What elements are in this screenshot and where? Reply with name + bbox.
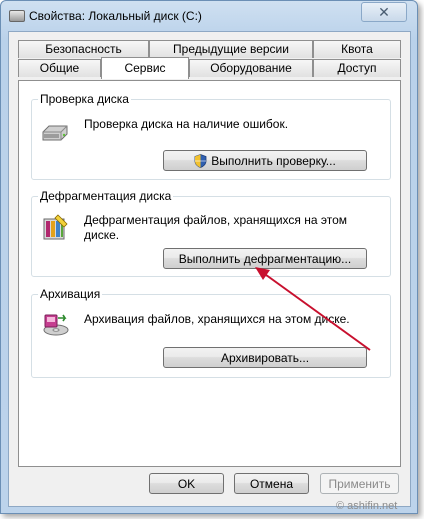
apply-button[interactable]: Применить <box>320 473 399 494</box>
tab-security[interactable]: Безопасность <box>18 40 149 58</box>
dialog-client-area: Безопасность Предыдущие версии Квота Общ… <box>8 31 411 507</box>
tab-general[interactable]: Общие <box>18 59 101 77</box>
tab-sharing[interactable]: Доступ <box>313 59 401 77</box>
ok-button[interactable]: OK <box>149 473 224 494</box>
defrag-icon <box>40 213 70 246</box>
tab-previous-versions[interactable]: Предыдущие версии <box>149 40 313 58</box>
defrag-group: Дефрагментация диска Дефрагментация файл… <box>31 189 391 277</box>
close-button[interactable]: ✕ <box>361 2 407 22</box>
tab-quota[interactable]: Квота <box>313 40 401 58</box>
backup-label: Архивировать... <box>220 350 310 365</box>
cancel-button[interactable]: Отмена <box>234 473 309 494</box>
backup-icon <box>40 310 70 343</box>
run-check-label: Выполнить проверку... <box>211 153 336 168</box>
properties-window: Свойства: Локальный диск (C:) ✕ Безопасн… <box>0 0 418 514</box>
window-title: Свойства: Локальный диск (C:) <box>29 9 202 23</box>
cancel-label: Отмена <box>249 476 294 491</box>
backup-description: Архивация файлов, хранящихся на этом дис… <box>84 312 350 326</box>
check-disk-group: Проверка диска Проверка диска на наличие… <box>31 92 391 180</box>
service-tab-panel: Проверка диска Проверка диска на наличие… <box>18 80 401 467</box>
run-defrag-label: Выполнить дефрагментацию... <box>178 251 352 266</box>
defrag-title: Дефрагментация диска <box>38 189 174 203</box>
uac-shield-icon <box>194 153 207 168</box>
ok-label: OK <box>177 476 196 491</box>
defrag-description: Дефрагментация файлов, хранящихся на это… <box>84 213 348 242</box>
backup-group: Архивация Архивация файлов, хранящихся н… <box>31 287 391 378</box>
tab-hardware[interactable]: Оборудование <box>189 59 313 77</box>
backup-button[interactable]: Архивировать... <box>163 347 367 368</box>
run-defrag-button[interactable]: Выполнить дефрагментацию... <box>163 248 367 269</box>
hard-drive-icon <box>40 122 70 149</box>
close-icon: ✕ <box>378 3 390 20</box>
run-check-button[interactable]: Выполнить проверку... <box>163 150 367 171</box>
drive-title-icon <box>9 10 25 22</box>
apply-label: Применить <box>328 476 391 491</box>
check-disk-title: Проверка диска <box>38 92 131 106</box>
title-bar[interactable]: Свойства: Локальный диск (C:) ✕ <box>1 1 417 31</box>
watermark: © ashifin.net <box>336 500 398 512</box>
backup-title: Архивация <box>38 287 103 301</box>
check-disk-description: Проверка диска на наличие ошибок. <box>84 117 289 131</box>
tab-service[interactable]: Сервис <box>101 57 189 79</box>
